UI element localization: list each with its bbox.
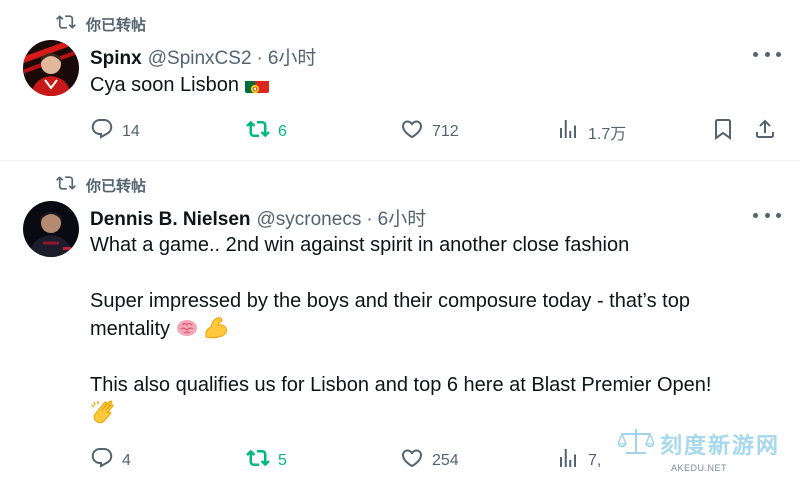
views-count: 7,: [588, 451, 602, 469]
display-name[interactable]: Dennis B. Nielsen: [90, 209, 251, 231]
views-count: 1.7万: [588, 125, 627, 143]
reply-icon: [90, 446, 114, 475]
brain-emoji-icon: [176, 317, 198, 347]
bookmark-icon: [711, 117, 735, 146]
repost-icon: [56, 12, 76, 36]
repost-button[interactable]: 6: [246, 117, 287, 146]
reply-count: 4: [122, 451, 131, 469]
views-button[interactable]: 7,: [556, 446, 601, 475]
tweet-text-line-3: mentality: [90, 315, 229, 347]
timestamp[interactable]: 6小时: [268, 43, 317, 70]
like-count: 254: [432, 451, 459, 469]
reply-count: 14: [122, 122, 140, 140]
portugal-flag-icon: [244, 77, 269, 93]
tweet-text-line-5: [90, 399, 118, 433]
repost-label: 你已转帖: [86, 16, 147, 34]
repost-count: 6: [278, 122, 287, 140]
tweet-divider: [0, 160, 800, 161]
share-icon: [753, 117, 777, 146]
avatar[interactable]: [23, 201, 79, 257]
clapping-hands-emoji-icon: [90, 399, 118, 433]
repost-icon: [56, 173, 76, 197]
tweet-header: Dennis B. Nielsen @sycronecs · 6小时: [90, 204, 426, 231]
reply-button[interactable]: 4: [90, 446, 131, 475]
like-count: 712: [432, 122, 459, 140]
watermark: 刻度新游网 AKEDU.NET: [616, 426, 780, 473]
repost-icon: [246, 117, 270, 146]
repost-button[interactable]: 5: [246, 446, 287, 475]
more-options-icon[interactable]: [753, 44, 781, 64]
tweet-text-content: Cya soon Lisbon: [90, 74, 239, 96]
separator-dot: ·: [256, 48, 263, 69]
tweet-text-content: mentality: [90, 318, 171, 340]
heart-icon: [400, 446, 424, 475]
tweet-text-line-1: What a game.. 2nd win against spirit in …: [90, 234, 630, 256]
repost-icon: [246, 446, 270, 475]
reposted-indicator: 你已转帖: [56, 12, 146, 36]
timestamp[interactable]: 6小时: [378, 204, 427, 231]
reply-button[interactable]: 14: [90, 117, 140, 146]
bookmark-button[interactable]: [711, 117, 735, 146]
repost-count: 5: [278, 451, 287, 469]
more-options-icon[interactable]: [753, 205, 781, 225]
repost-label: 你已转帖: [86, 177, 147, 195]
views-chart-icon: [556, 446, 580, 475]
views-button[interactable]: 1.7万: [556, 117, 626, 146]
like-button[interactable]: 254: [400, 446, 459, 475]
reposted-indicator: 你已转帖: [56, 173, 146, 197]
display-name[interactable]: Spinx: [90, 48, 142, 70]
reply-icon: [90, 117, 114, 146]
user-handle[interactable]: @sycronecs: [257, 209, 362, 231]
share-button[interactable]: [753, 117, 777, 146]
tweet-header: Spinx @SpinxCS2 · 6小时: [90, 43, 316, 70]
heart-icon: [400, 117, 424, 146]
tweet-text-line-2: Super impressed by the boys and their co…: [90, 290, 690, 312]
like-button[interactable]: 712: [400, 117, 459, 146]
user-handle[interactable]: @SpinxCS2: [148, 48, 252, 70]
tweet-text-line-4: This also qualifies us for Lisbon and to…: [90, 374, 712, 396]
tweet-text: Cya soon Lisbon: [90, 71, 269, 99]
watermark-url: AKEDU.NET: [670, 463, 727, 473]
separator-dot: ·: [366, 209, 373, 230]
watermark-text: 刻度新游网: [659, 432, 780, 458]
views-chart-icon: [556, 117, 580, 146]
flexed-biceps-emoji-icon: [203, 315, 229, 347]
avatar[interactable]: [23, 40, 79, 96]
scale-logo-icon: [616, 426, 656, 461]
